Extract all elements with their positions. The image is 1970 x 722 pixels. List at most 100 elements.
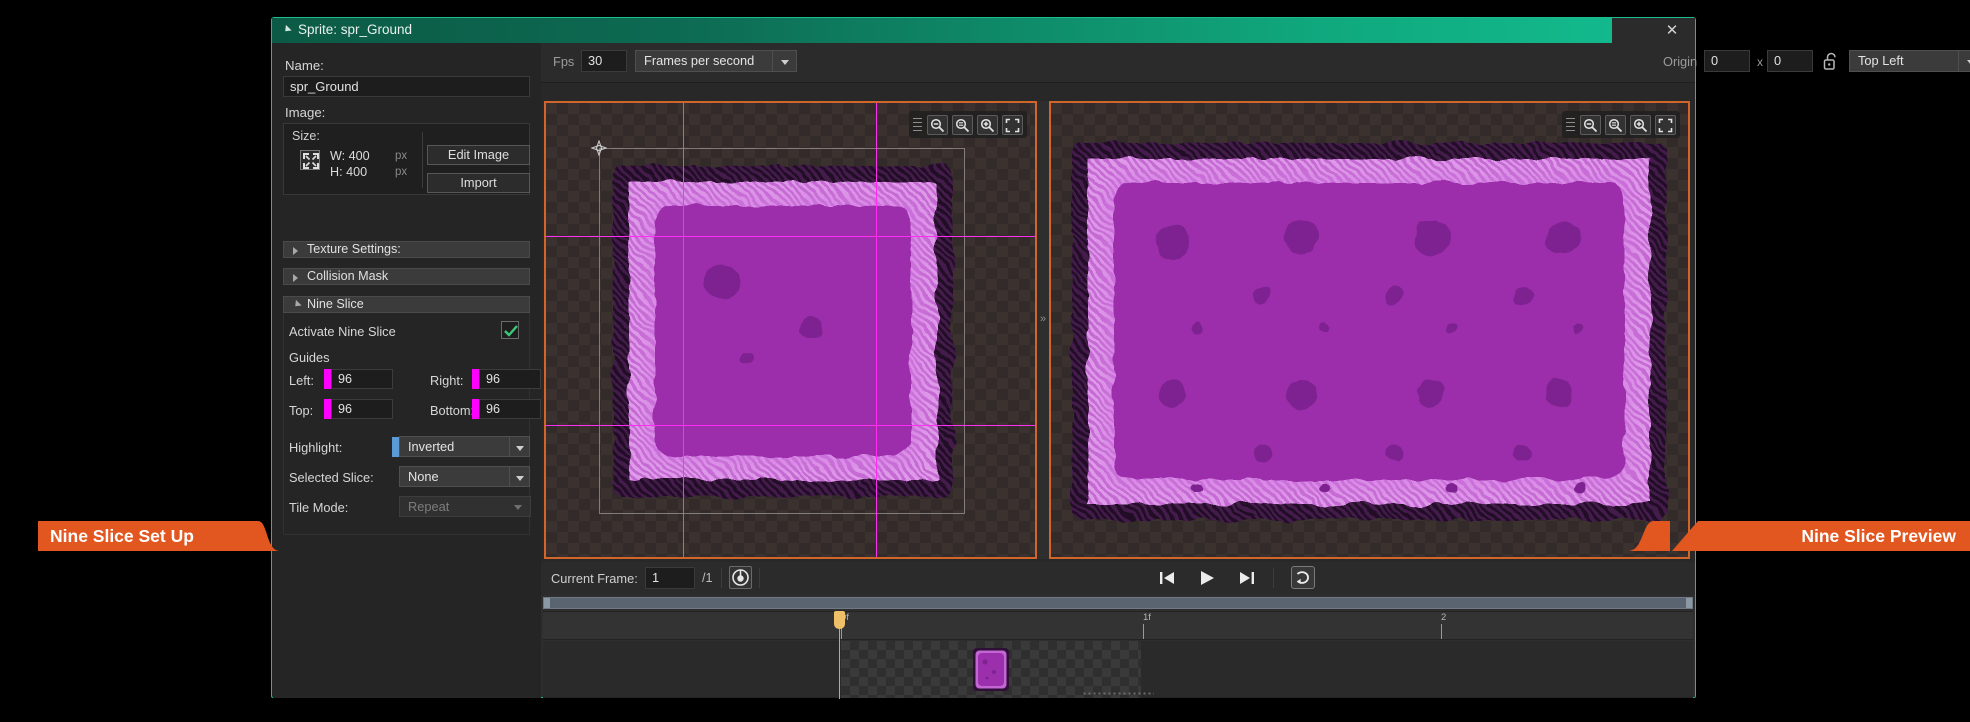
zoom-out-icon[interactable] <box>1580 114 1601 135</box>
edit-image-button[interactable]: Edit Image <box>427 145 530 165</box>
sprite-width-value: W: 400 <box>330 149 370 163</box>
name-label: Name: <box>285 58 324 73</box>
selected-slice-dropdown-arrow[interactable] <box>509 466 530 487</box>
fit-to-screen-icon[interactable] <box>1655 114 1676 135</box>
loop-playback-icon[interactable] <box>1291 566 1315 589</box>
sprite-blob <box>1384 445 1402 462</box>
origin-x-input[interactable]: 0 <box>1704 50 1750 72</box>
timeline-horizontal-scrollbar[interactable] <box>543 597 1693 609</box>
size-label: Size: <box>292 129 320 143</box>
sprite-blob <box>1254 445 1272 462</box>
fps-mode-dropdown[interactable]: Frames per second <box>635 50 773 72</box>
origin-preset-dropdown[interactable]: Top Left <box>1849 50 1959 72</box>
pane-splitter[interactable]: » <box>1037 101 1049 559</box>
sprite-blob <box>1514 445 1532 462</box>
frame-thumbnail[interactable] <box>972 647 1010 692</box>
origin-preset-dropdown-arrow[interactable] <box>1958 50 1970 72</box>
play-icon[interactable] <box>1196 568 1218 588</box>
scrollbar-right-handle[interactable] <box>1686 598 1692 608</box>
annotation-nine-slice-preview: Nine Slice Preview <box>1672 521 1970 551</box>
origin-crosshair-icon[interactable] <box>590 139 608 157</box>
highlight-color-swatch <box>392 437 399 457</box>
sprite-blob <box>1544 379 1574 408</box>
onion-skin-icon[interactable] <box>729 566 752 589</box>
titlebar-tab-background <box>272 18 1612 43</box>
fit-to-screen-icon[interactable] <box>1002 114 1023 135</box>
sprite-name-input[interactable]: spr_Ground <box>283 76 530 97</box>
nine-slice-guide-bottom[interactable] <box>546 425 1035 426</box>
sprite-editor-window: Sprite: spr_Ground ✕ Name: spr_Ground Im… <box>271 17 1970 699</box>
highlight-dropdown-arrow[interactable] <box>509 436 530 457</box>
sprite-blob <box>1417 221 1451 254</box>
guides-label: Guides <box>289 350 330 365</box>
activate-nine-slice-checkbox[interactable] <box>501 321 519 339</box>
preview-fill-layer <box>1114 183 1624 493</box>
import-button[interactable]: Import <box>427 173 530 193</box>
origin-separator: x <box>1757 55 1763 69</box>
guide-bottom-input[interactable]: 96 <box>479 399 541 419</box>
selected-slice-dropdown[interactable]: None <box>399 466 510 487</box>
zoom-reset-icon[interactable] <box>952 114 973 135</box>
fps-label: Fps <box>553 54 575 69</box>
sprite-blob <box>1319 323 1330 333</box>
drag-grip-icon[interactable] <box>1566 118 1575 131</box>
sprite-blob <box>1286 379 1316 408</box>
chevron-right-double-icon[interactable]: » <box>1038 313 1048 325</box>
accordion-texture-settings[interactable]: Texture Settings: <box>283 241 530 258</box>
accordion-nine-slice-label: Nine Slice <box>307 297 364 311</box>
scrollbar-left-handle[interactable] <box>544 598 550 608</box>
playhead-handle[interactable] <box>834 611 845 629</box>
width-unit-label: px <box>395 150 408 162</box>
window-titlebar: Sprite: spr_Ground ✕ <box>272 18 1695 43</box>
zoom-in-icon[interactable] <box>977 114 998 135</box>
fps-mode-dropdown-arrow[interactable] <box>772 50 797 72</box>
guide-right-label: Right: <box>430 373 464 388</box>
sprite-blob <box>1158 379 1188 408</box>
previous-frame-icon[interactable] <box>1156 568 1178 588</box>
resize-icon[interactable] <box>300 150 320 170</box>
guide-right-input[interactable]: 96 <box>479 369 541 389</box>
fps-input[interactable]: 30 <box>581 50 627 72</box>
accordion-collision-mask[interactable]: Collision Mask <box>283 268 530 285</box>
guide-left-input[interactable]: 96 <box>331 369 393 389</box>
chevron-down-icon <box>292 299 302 310</box>
highlight-label: Highlight: <box>289 440 343 455</box>
guide-top-input[interactable]: 96 <box>331 399 393 419</box>
sprite-blob <box>1416 379 1446 408</box>
lock-open-icon[interactable] <box>1823 52 1840 71</box>
timeline-tick-mark <box>1143 624 1144 639</box>
nine-slice-guide-top[interactable] <box>546 236 1035 237</box>
origin-y-input[interactable]: 0 <box>1767 50 1813 72</box>
chevron-down-icon <box>514 505 522 510</box>
drag-grip-icon[interactable] <box>913 118 922 131</box>
zoom-in-icon[interactable] <box>1630 114 1651 135</box>
accordion-nine-slice[interactable]: Nine Slice <box>283 296 530 313</box>
sprite-blob <box>1192 483 1203 493</box>
timeline-track[interactable] <box>543 641 1693 698</box>
chevron-down-icon <box>516 476 524 481</box>
nine-slice-guide-right[interactable] <box>876 103 877 557</box>
nine-slice-preview-canvas[interactable] <box>1049 101 1690 559</box>
timeline-ruler[interactable]: 0f1f2 <box>543 611 1693 640</box>
close-icon[interactable]: ✕ <box>1657 18 1687 43</box>
sprite-blob <box>1574 483 1585 493</box>
preview-artwork <box>1072 143 1666 520</box>
sprite-blob <box>1156 225 1190 258</box>
timeline-playhead[interactable] <box>834 611 845 699</box>
sprite-bounds-rect <box>599 148 965 514</box>
preview-zoom-toolbar <box>1562 111 1680 138</box>
zoom-out-icon[interactable] <box>927 114 948 135</box>
nine-slice-guide-left[interactable] <box>683 103 684 557</box>
accordion-texture-settings-label: Texture Settings: <box>307 242 401 256</box>
timeline-tick-label: 1f <box>1143 612 1151 623</box>
guide-top-label: Top: <box>289 403 314 418</box>
timeline-resize-grip[interactable] <box>1082 691 1154 696</box>
next-frame-icon[interactable] <box>1236 568 1258 588</box>
sprite-edit-canvas[interactable] <box>544 101 1037 559</box>
zoom-reset-icon[interactable] <box>1605 114 1626 135</box>
timeline-frame-cell[interactable] <box>841 641 1141 698</box>
current-frame-label: Current Frame: <box>551 571 638 586</box>
highlight-dropdown[interactable]: Inverted <box>399 436 510 457</box>
tile-mode-dropdown: Repeat <box>399 496 531 517</box>
current-frame-input[interactable]: 1 <box>645 567 695 589</box>
